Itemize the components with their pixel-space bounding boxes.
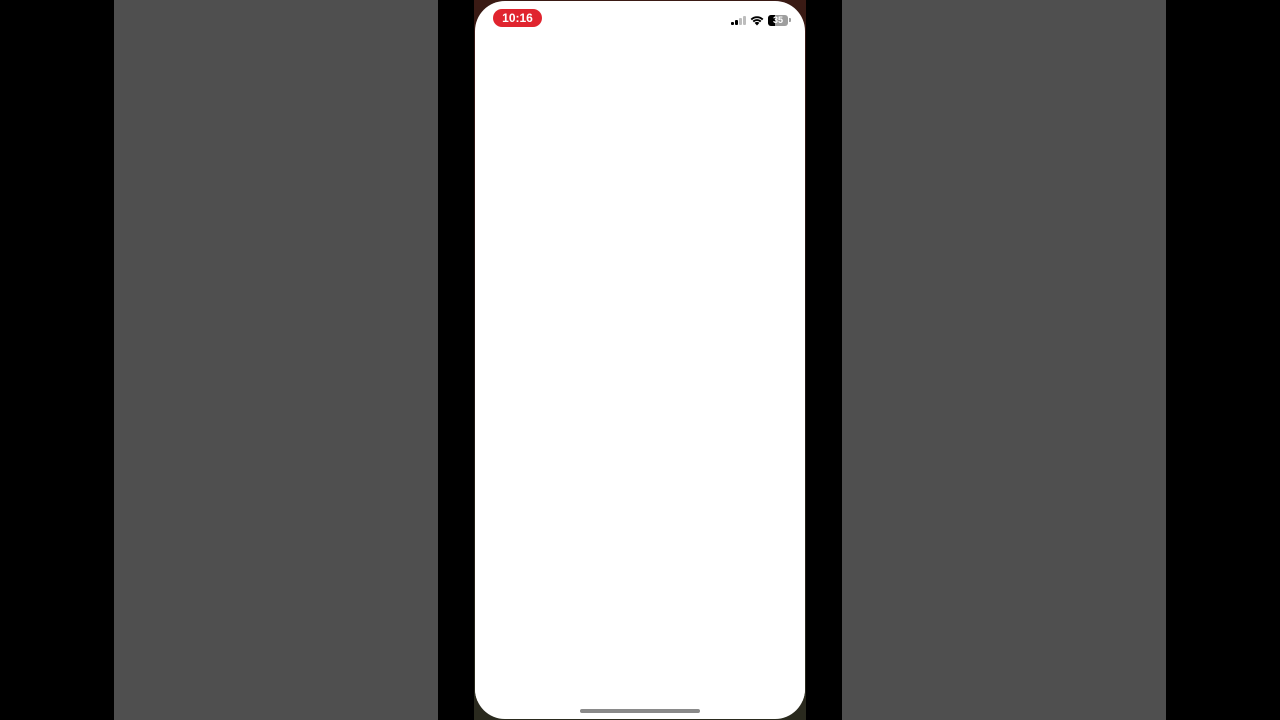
signal-icon [731,15,746,25]
status-icons: 35 [731,13,791,27]
status-time[interactable]: 10:16 [493,9,542,27]
phone-screen: 10:16 35 [475,1,805,719]
right-blur-panel [842,0,1166,720]
home-indicator[interactable] [580,709,700,713]
battery-cap [789,18,791,22]
wifi-icon [750,15,764,25]
video-frame: 10:16 35 [0,0,1280,720]
blank-app-content [475,41,805,701]
status-bar: 10:16 35 [475,1,805,41]
left-blur-panel [114,0,438,720]
battery-icon: 35 [768,14,788,26]
battery-percent: 35 [772,14,783,25]
